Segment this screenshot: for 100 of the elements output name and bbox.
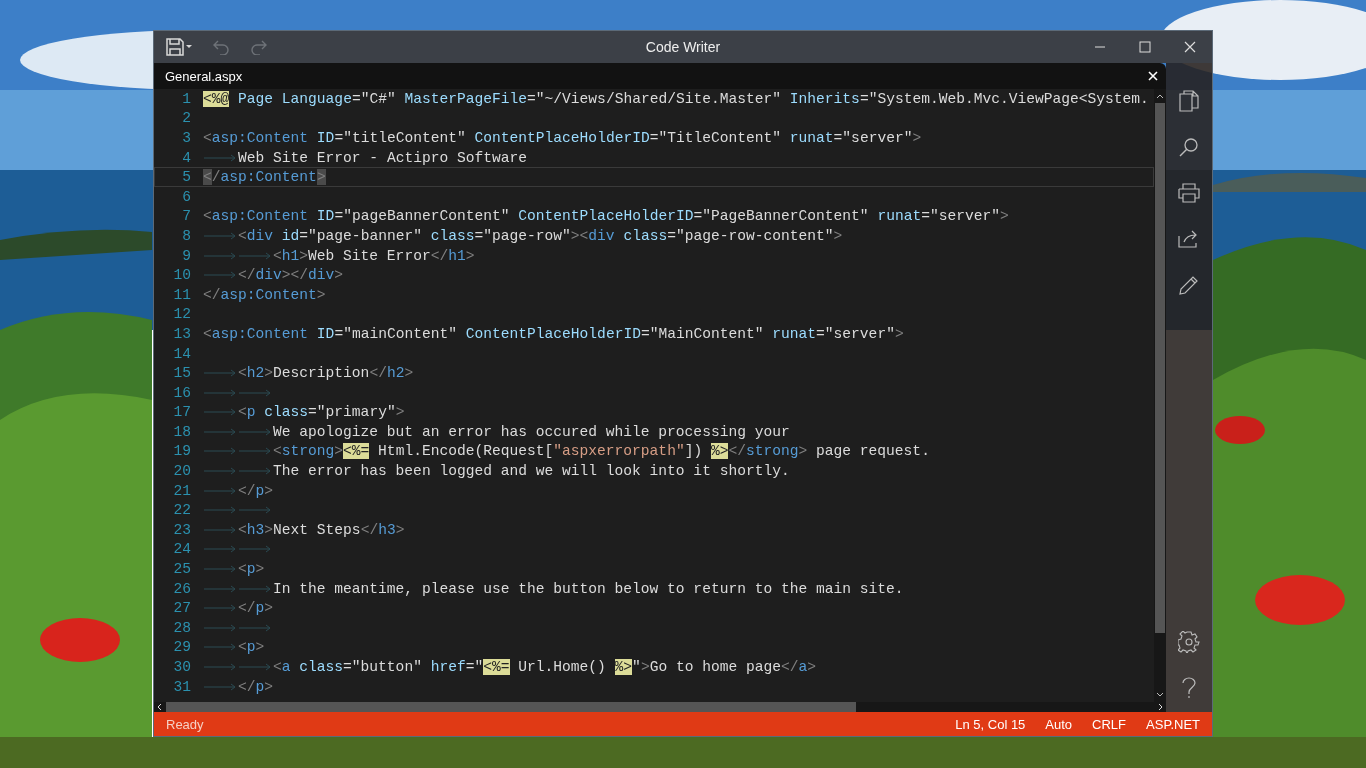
tab-arrow-icon	[238, 623, 272, 632]
line-number: 18	[172, 423, 191, 440]
tab-arrow-icon	[238, 427, 272, 436]
code-line: <h3>Next Steps</h3>	[238, 521, 405, 538]
tab-arrow-icon	[203, 584, 237, 593]
line-number: 19	[172, 443, 191, 460]
line-number: 3	[181, 130, 191, 146]
code-line: <p>	[238, 639, 265, 656]
code-line: <p>	[238, 561, 265, 578]
line-number: 25	[172, 561, 191, 578]
line-number: 12	[172, 306, 191, 323]
status-message: Ready	[166, 716, 204, 732]
code-line: <%@ Page Language="C#" MasterPageFile="~/Views/Shared/Site.Master" Inherits="System.Web.Mvc.ViewPage<System.	[203, 90, 1149, 107]
tab-arrow-icon	[238, 545, 272, 554]
tab-arrow-icon	[203, 388, 237, 397]
pencil-icon	[1179, 275, 1199, 295]
scroll-right-icon	[1158, 703, 1164, 711]
close-icon	[1148, 71, 1158, 81]
tab-arrow-icon	[238, 506, 272, 515]
code-line: </p>	[238, 482, 274, 499]
tab-arrow-icon	[203, 369, 237, 378]
tab-arrow-icon	[203, 427, 237, 436]
share-icon	[1178, 230, 1200, 248]
code-line: <div id="page-banner" class="page-row"><div class="page-row-content">	[238, 227, 843, 244]
status-item[interactable]: ASP.NET	[1146, 716, 1200, 732]
tab-arrow-icon	[238, 584, 272, 593]
tab-arrow-icon	[203, 447, 237, 456]
code-line: <a class="button" href="<%= Url.Home() %>">Go to home page</a>	[273, 659, 817, 675]
tab-arrow-icon	[203, 623, 237, 632]
code-line: <strong><%= Html.Encode(Request["aspxerrorpath"]) %></strong> page request.	[273, 443, 930, 460]
status-item[interactable]: Auto	[1045, 716, 1073, 732]
document-tab[interactable]: General.aspx	[154, 68, 243, 84]
maximize-icon	[1138, 41, 1151, 53]
code-line: </div></div>	[238, 267, 344, 284]
line-number: 10	[172, 267, 191, 284]
horizontal-scrollbar[interactable]	[154, 702, 1166, 712]
line-number: 6	[181, 188, 191, 205]
tab-arrow-icon	[203, 604, 237, 613]
line-number: 13	[172, 325, 191, 342]
tab-arrow-icon	[203, 153, 237, 162]
code-line: Web Site Error - Actipro Software	[238, 149, 527, 166]
tab-arrow-icon	[203, 565, 237, 574]
line-number: 31	[172, 678, 191, 695]
close-icon	[1183, 41, 1196, 53]
line-number: 8	[181, 227, 191, 244]
code-line: <asp:Content ID="pageBannerContent" ContentPlaceHolderID="PageBannerContent" runat="server">	[203, 208, 1009, 225]
settings-icon	[1178, 631, 1200, 653]
tab-arrow-icon	[203, 643, 237, 652]
tab-arrow-icon	[238, 251, 272, 260]
line-number: 7	[181, 208, 191, 225]
line-number: 16	[172, 384, 191, 401]
line-number: 29	[172, 639, 191, 656]
line-number: 20	[172, 463, 191, 480]
tab-arrow-icon	[203, 408, 237, 417]
line-number: 27	[172, 600, 191, 617]
code-line: </asp:Content>	[203, 286, 326, 303]
line-number: 4	[181, 149, 191, 166]
tab-arrow-icon	[238, 447, 272, 456]
code-line: <asp:Content ID="titleContent" ContentPlaceHolderID="TitleContent" runat="server">	[203, 130, 922, 146]
line-number: 9	[181, 247, 191, 264]
line-number: 23	[172, 521, 191, 538]
scroll-up-icon	[1156, 93, 1164, 99]
line-number: 15	[172, 365, 191, 382]
line-number: 26	[172, 580, 191, 597]
scroll-left-icon	[156, 703, 162, 711]
line-number: 1	[181, 90, 191, 107]
code-line: We apologize but an error has occured while processing your	[273, 423, 790, 440]
search-icon	[1179, 137, 1199, 157]
line-number: 17	[172, 404, 191, 421]
tab-arrow-icon	[203, 271, 237, 280]
scroll-down-icon	[1156, 692, 1164, 698]
line-number: 14	[172, 345, 191, 362]
tab-arrow-icon	[238, 467, 272, 476]
line-number: 24	[172, 541, 191, 558]
tab-arrow-icon	[238, 388, 272, 397]
vertical-scrollbar[interactable]	[1154, 89, 1166, 702]
line-number: 21	[172, 482, 191, 499]
code-line: </asp:Content>	[203, 169, 326, 186]
undo-icon	[212, 39, 230, 55]
line-number: 30	[172, 659, 191, 675]
redo-icon	[250, 39, 268, 55]
code-line: The error has been logged and we will look into it shortly.	[273, 463, 790, 480]
tab-arrow-icon	[203, 506, 237, 515]
line-number: 5	[181, 169, 191, 186]
code-line: </p>	[238, 600, 274, 617]
line-number: 22	[172, 502, 191, 519]
line-number: 11	[172, 286, 191, 303]
status-item[interactable]: CRLF	[1092, 716, 1127, 732]
tab-arrow-icon	[203, 486, 237, 495]
tab-arrow-icon	[203, 525, 237, 534]
printer-icon	[1178, 183, 1200, 203]
status-item[interactable]: Ln 5, Col 15	[955, 716, 1026, 732]
tab-arrow-icon	[203, 251, 237, 260]
tab-arrow-icon	[203, 467, 237, 476]
documents-icon	[1179, 90, 1199, 112]
tab-arrow-icon	[203, 545, 237, 554]
line-number: 28	[172, 619, 191, 636]
tab-arrow-icon	[203, 682, 237, 691]
code-line: <h1>Web Site Error</h1>	[273, 247, 475, 264]
code-line: <asp:Content ID="mainContent" ContentPlaceHolderID="MainContent" runat="server">	[203, 325, 904, 342]
